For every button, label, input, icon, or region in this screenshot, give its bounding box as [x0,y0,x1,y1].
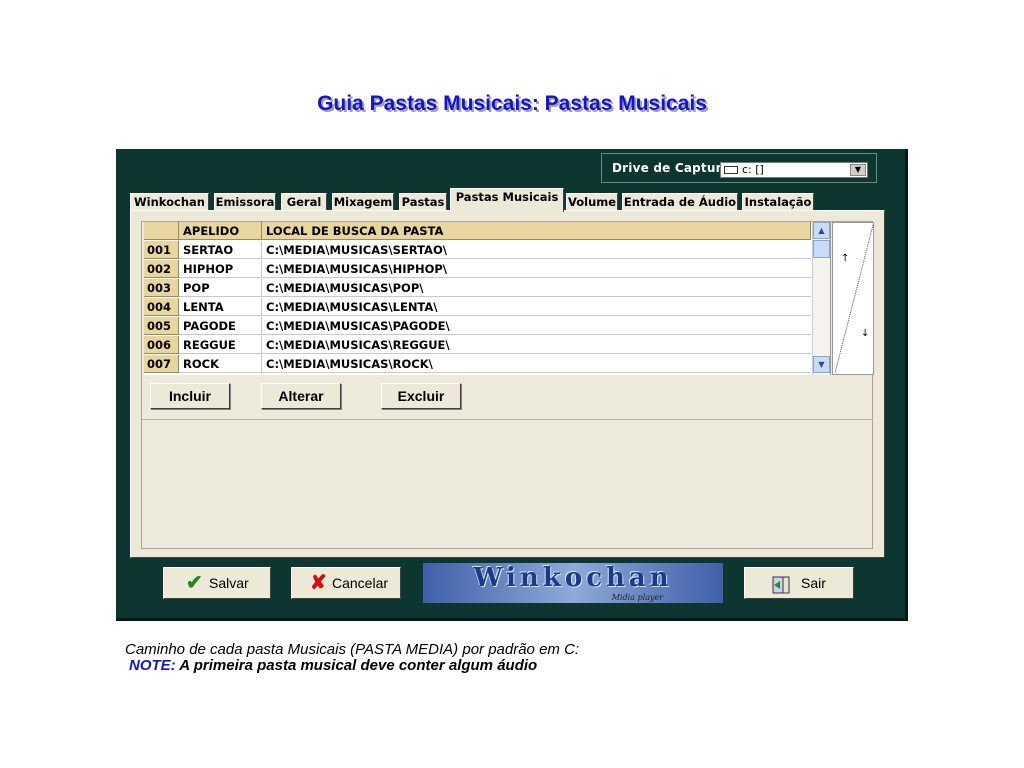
salvar-button[interactable]: ✔ Salvar [163,567,271,599]
row-apelido[interactable]: LENTA [179,298,262,316]
grid-area: APELIDO LOCAL DE BUSCA DA PASTA 001 SERT… [141,221,874,549]
row-apelido[interactable]: SERTAO [179,241,262,259]
grid-scrollbar[interactable]: ▲ ▼ [812,222,830,375]
row-local[interactable]: C:\MEDIA\MUSICAS\SERTAO\ [262,241,811,259]
scroll-down-icon[interactable]: ▼ [813,356,830,373]
order-control[interactable]: ↑ ↓ [832,222,874,375]
row-local[interactable]: C:\MEDIA\MUSICAS\LENTA\ [262,298,811,316]
scroll-up-icon[interactable]: ▲ [813,222,830,239]
logo-subtext: Midia player [611,593,663,602]
row-index: 003 [144,279,179,297]
row-apelido[interactable]: REGGUE [179,336,262,354]
table-row[interactable]: 007 ROCK C:\MEDIA\MUSICAS\ROCK\ [144,355,811,374]
row-apelido[interactable]: PAGODE [179,317,262,335]
checkmark-icon: ✔ [186,572,203,594]
page-title: Guia Pastas Musicais: Pastas Musicais [317,92,707,115]
drive-capture-group: Drive de Captura: c: [] ▼ [601,153,877,183]
caption-note-prefix: NOTE: [129,657,176,674]
row-apelido[interactable]: POP [179,279,262,297]
sair-button[interactable]: Sair [744,567,854,599]
excluir-button[interactable]: Excluir [381,383,461,409]
table-row[interactable]: 005 PAGODE C:\MEDIA\MUSICAS\PAGODE\ [144,317,811,336]
tab-pastas[interactable]: Pastas [399,193,447,211]
grid-header-local: LOCAL DE BUSCA DA PASTA [262,222,811,240]
row-index: 006 [144,336,179,354]
grid-header-apelido: APELIDO [179,222,262,240]
cancelar-label: Cancelar [332,575,389,591]
drive-capture-select[interactable]: c: [] ▼ [720,162,868,178]
table-row[interactable]: 004 LENTA C:\MEDIA\MUSICAS\LENTA\ [144,298,811,317]
row-index: 007 [144,355,179,373]
tab-mixagem[interactable]: Mixagem [332,193,394,211]
grid-header-row: APELIDO LOCAL DE BUSCA DA PASTA [144,222,811,241]
tab-panel: APELIDO LOCAL DE BUSCA DA PASTA 001 SERT… [130,210,885,558]
exit-door-icon [771,574,791,594]
row-local[interactable]: C:\MEDIA\MUSICAS\HIPHOP\ [262,260,811,278]
chevron-down-icon[interactable]: ▼ [850,164,866,176]
row-apelido[interactable]: HIPHOP [179,260,262,278]
grid-header-index [144,222,179,240]
caption-note: NOTE: A primeira pasta musical deve cont… [129,657,537,674]
table-row[interactable]: 006 REGGUE C:\MEDIA\MUSICAS\REGGUE\ [144,336,811,355]
app-window: Drive de Captura: c: [] ▼ Winkochan Emis… [116,149,908,621]
move-up-icon[interactable]: ↑ [841,253,849,264]
logo-text: Winkochan [473,563,673,593]
caption-line-1: Caminho de cada pasta Musicais (PASTA ME… [125,641,580,658]
row-local[interactable]: C:\MEDIA\MUSICAS\REGGUE\ [262,336,811,354]
tab-pastas-musicais[interactable]: Pastas Musicais [450,188,564,212]
folders-grid: APELIDO LOCAL DE BUSCA DA PASTA 001 SERT… [144,222,831,375]
tab-instalacao[interactable]: Instalação [742,193,814,211]
order-diagonal-line [834,224,874,374]
row-apelido[interactable]: ROCK [179,355,262,373]
incluir-button[interactable]: Incluir [150,383,230,409]
row-local[interactable]: C:\MEDIA\MUSICAS\PAGODE\ [262,317,811,335]
tab-geral[interactable]: Geral [281,193,327,211]
drive-capture-label: Drive de Captura: [612,161,736,175]
row-index: 001 [144,241,179,259]
tab-entrada-de-audio[interactable]: Entrada de Áudio [622,193,738,211]
row-index: 005 [144,317,179,335]
sair-label: Sair [801,575,826,591]
move-down-icon[interactable]: ↓ [861,328,869,339]
scroll-thumb[interactable] [813,240,830,258]
winkochan-logo: Winkochan Midia player [423,563,723,603]
table-row[interactable]: 001 SERTAO C:\MEDIA\MUSICAS\SERTAO\ [144,241,811,260]
alterar-button[interactable]: Alterar [261,383,341,409]
row-local[interactable]: C:\MEDIA\MUSICAS\POP\ [262,279,811,297]
drive-capture-value: c: [] [742,163,764,176]
salvar-label: Salvar [209,575,249,591]
row-index: 004 [144,298,179,316]
x-icon: ✘ [310,572,327,594]
table-row[interactable]: 002 HIPHOP C:\MEDIA\MUSICAS\HIPHOP\ [144,260,811,279]
row-index: 002 [144,260,179,278]
row-local[interactable]: C:\MEDIA\MUSICAS\ROCK\ [262,355,811,373]
caption-note-text: A primeira pasta musical deve conter alg… [179,657,538,674]
tab-volume[interactable]: Volume [566,193,618,211]
drive-icon [724,166,738,174]
tab-winkochan[interactable]: Winkochan [130,193,209,211]
tab-emissora[interactable]: Emissora [214,193,276,211]
grid-actions: Incluir Alterar Excluir [142,375,873,420]
cancelar-button[interactable]: ✘ Cancelar [291,567,401,599]
table-row[interactable]: 003 POP C:\MEDIA\MUSICAS\POP\ [144,279,811,298]
